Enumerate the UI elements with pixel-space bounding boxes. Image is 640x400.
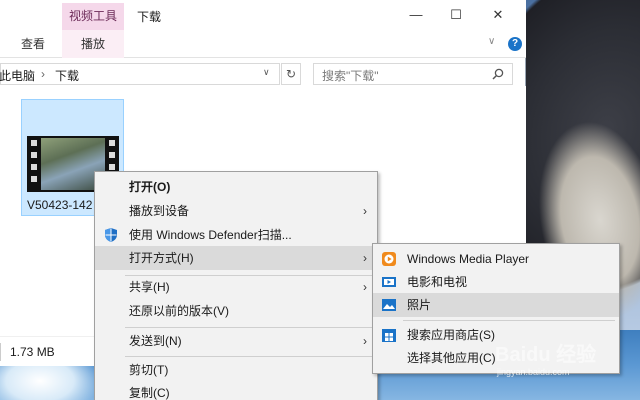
submenu-arrow-icon: ›: [363, 251, 367, 265]
ribbon: 查看 播放 ∨ ?: [0, 30, 526, 58]
movies-tv-icon: [382, 277, 396, 287]
menu-item-open-with[interactable]: 打开方式(H) ›: [95, 246, 377, 270]
submenu-item-movies-tv[interactable]: 电影和电视: [373, 270, 619, 294]
menu-item-restore-versions[interactable]: 还原以前的版本(V): [95, 299, 377, 323]
submenu-arrow-icon: ›: [363, 334, 367, 348]
breadcrumb-this-pc[interactable]: 此电脑: [0, 67, 35, 84]
submenu-item-media-player[interactable]: Windows Media Player: [373, 247, 619, 271]
menu-item-open[interactable]: 打开(O): [95, 175, 377, 199]
tab-view[interactable]: 查看: [21, 35, 45, 52]
refresh-button[interactable]: ↻: [281, 63, 301, 85]
file-name: V50423-142: [27, 198, 93, 212]
submenu-item-photos[interactable]: 照片: [373, 293, 619, 317]
media-player-icon: [382, 252, 396, 266]
maximize-button[interactable]: ☐: [436, 0, 476, 30]
menu-item-send-to[interactable]: 发送到(N) ›: [95, 329, 377, 353]
shield-icon: [105, 228, 117, 242]
menu-item-defender-scan[interactable]: 使用 Windows Defender扫描...: [95, 223, 377, 247]
menu-item-share[interactable]: 共享(H) ›: [95, 275, 377, 299]
breadcrumb-downloads[interactable]: 下载: [55, 67, 79, 84]
window-title: 下载: [137, 10, 162, 24]
minimize-button[interactable]: —: [396, 0, 436, 30]
selected-size: 1.73 MB: [10, 345, 55, 359]
video-tools-header: 视频工具: [62, 3, 124, 30]
watermark-url: jingyan.baidu.com: [497, 367, 570, 377]
close-button[interactable]: ✕: [478, 0, 518, 30]
search-placeholder: 搜索"下载": [322, 69, 379, 83]
address-bar[interactable]: 此电脑 › 下载 ∨: [0, 63, 280, 85]
watermark-logo: Baidu 经验: [495, 344, 597, 366]
menu-item-cut[interactable]: 剪切(T): [95, 358, 377, 382]
breadcrumb-separator: ›: [41, 67, 45, 81]
ribbon-collapse-icon[interactable]: ∨: [488, 36, 495, 47]
menu-item-copy[interactable]: 复制(C): [95, 381, 377, 400]
search-input[interactable]: 搜索"下载": [313, 63, 513, 85]
submenu-arrow-icon: ›: [363, 280, 367, 294]
address-dropdown-icon[interactable]: ∨: [263, 67, 270, 78]
search-icon[interactable]: [492, 68, 504, 80]
title-bar: 视频工具 下载 — ☐ ✕: [0, 0, 526, 30]
submenu-arrow-icon: ›: [363, 204, 367, 218]
context-menu: 打开(O) 播放到设备 › 使用 Windows Defender扫描... 打…: [94, 171, 378, 400]
menu-item-cast-to-device[interactable]: 播放到设备 ›: [95, 199, 377, 223]
photos-icon: [382, 299, 396, 311]
tab-play[interactable]: 播放: [62, 30, 124, 58]
store-icon: [382, 329, 396, 342]
help-icon[interactable]: ?: [508, 37, 522, 51]
